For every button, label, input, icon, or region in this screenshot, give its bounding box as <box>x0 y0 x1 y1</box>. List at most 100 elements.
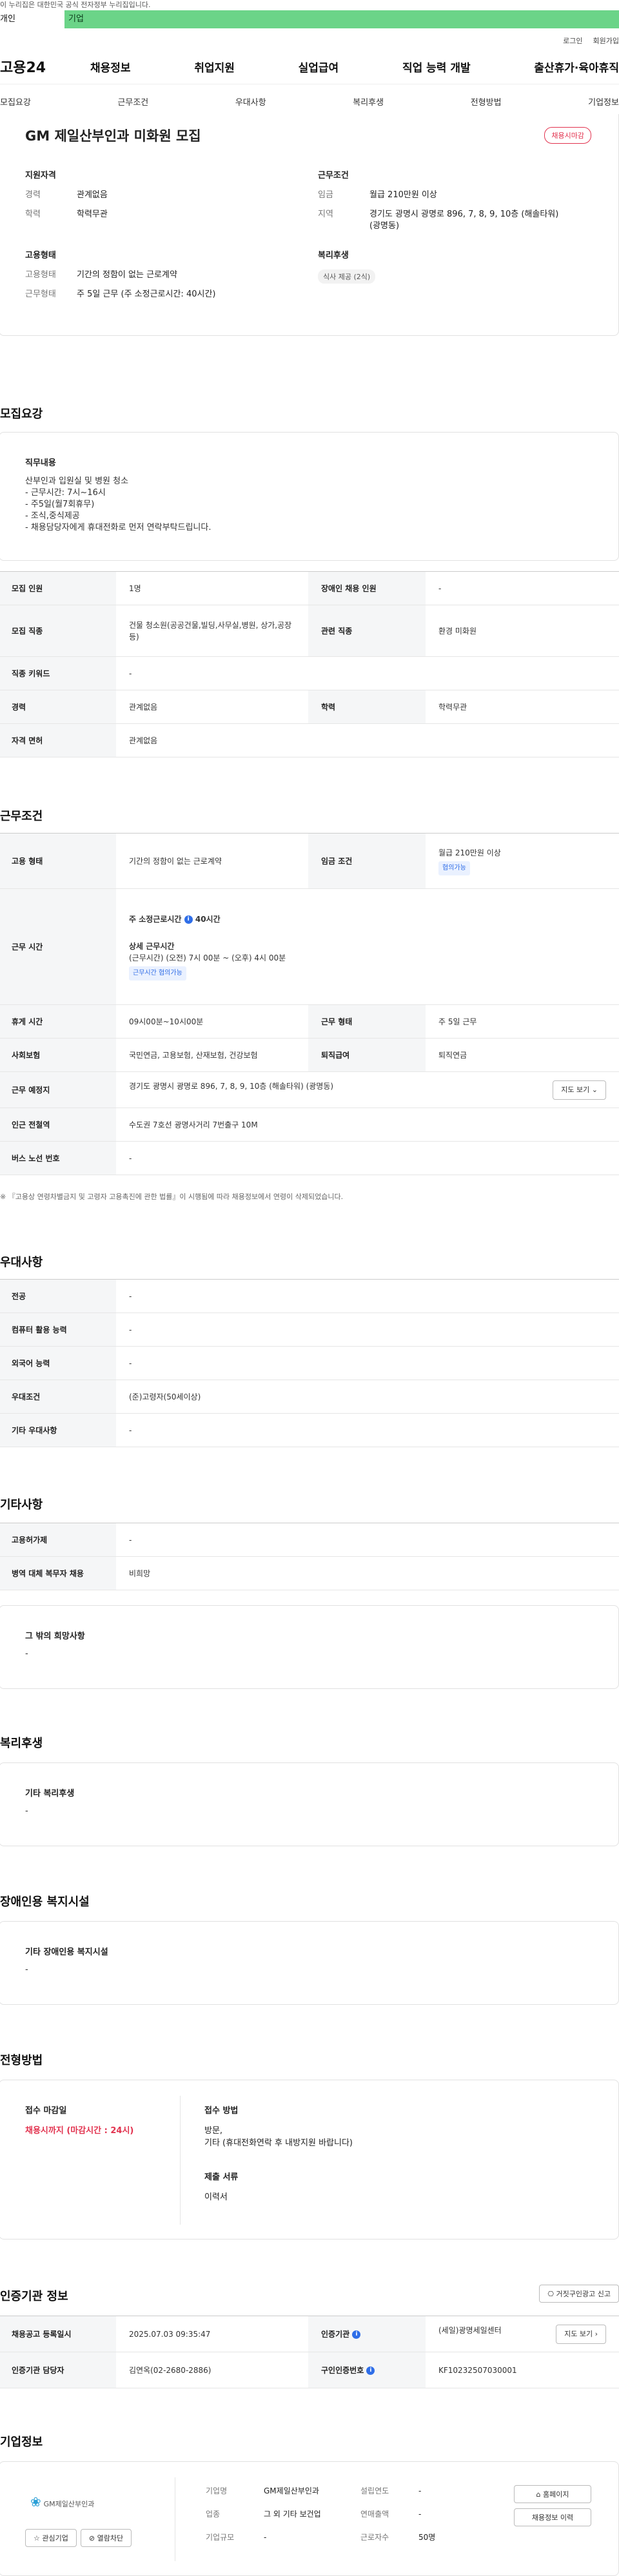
break-key: 휴게 시간 <box>0 1004 116 1039</box>
subtab-company[interactable]: 기업정보 <box>588 95 619 108</box>
gnb-item-vocational-training[interactable]: 직업 능력 개발 <box>402 59 471 75</box>
cond-region-value: 경기도 광명시 광명로 896, 7, 8, 9, 10층 (해솔타워) (광명… <box>369 210 559 231</box>
homepage-button[interactable]: ⌂ 홈페이지 <box>514 2485 591 2503</box>
education-value: 학력무관 <box>426 690 619 724</box>
block-icon: ⊘ <box>88 2534 95 2542</box>
pref-condition-value: (준)고령자(50세이상) <box>116 1380 619 1414</box>
qualification-group: 지원자격 경력 관계없음 학력 학력무관 <box>25 168 270 228</box>
docs-value: 이력서 <box>204 2192 228 2202</box>
education-key: 학력 <box>308 690 426 724</box>
work-table: 고용 형태 기간의 정함이 없는 근로계약 임금 조건 월급 210만원 이상 … <box>0 833 619 1175</box>
reg-date-key: 채용공고 등록일시 <box>0 2316 116 2352</box>
info-icon[interactable]: i <box>366 2366 375 2375</box>
pref-section-title: 우대사항 <box>0 1256 43 1269</box>
related-job-value: 환경 미화원 <box>426 605 619 657</box>
company-section-title: 기업정보 <box>0 2435 43 2449</box>
report-icon: ⎔ <box>547 2290 555 2298</box>
weekly-hours-value: 40시간 <box>195 914 221 924</box>
job-description-box: 직무내용 산부인과 입원실 및 병원 청소 - 근무시간: 7시~16시 - 주… <box>0 432 619 561</box>
chevron-right-icon: › <box>594 2329 598 2338</box>
subtab-selection[interactable]: 전형방법 <box>471 95 502 108</box>
work-permit-key: 고용허가제 <box>0 1523 116 1557</box>
employees-key: 근로자수 <box>360 2533 389 2542</box>
info-icon[interactable]: i <box>352 2330 361 2339</box>
selection-section-title: 전형방법 <box>0 2054 43 2067</box>
cond-wage-value: 월급 210만원 이상 <box>369 190 437 200</box>
user-type-tabs: 개인 기업 <box>0 10 619 28</box>
qual-edu-key: 학력 <box>25 210 41 219</box>
logo-mark-icon: ❀ <box>30 2494 41 2510</box>
career-value: 관계없음 <box>116 690 308 724</box>
signup-link[interactable]: 회원가입 <box>593 35 619 46</box>
deadline-value: 채용시까지 (마감시간 : 24시) <box>25 2126 134 2136</box>
map-view-button[interactable]: 지도 보기 ⌄ <box>553 1080 606 1100</box>
favorite-company-button[interactable]: ☆ 관심기업 <box>25 2529 77 2547</box>
welfare-box: 기타 복리후생 - <box>0 1762 619 1846</box>
subtab-work[interactable]: 근무조건 <box>117 95 148 108</box>
subtab-recruit[interactable]: 모집요강 <box>0 95 31 108</box>
age-notice: ※ 『고용상 연령차별금지 및 고령자 고용촉진에 관한 법률』이 시행됨에 따… <box>0 1193 344 1201</box>
welfare-chip: 식사 제공 (2식) <box>318 269 376 284</box>
subtab-pref[interactable]: 우대사항 <box>235 95 266 108</box>
welfare-group: 복리후생 식사 제공 (2식) <box>318 248 563 284</box>
pref-computer-value: - <box>116 1312 619 1347</box>
login-link[interactable]: 로그인 <box>563 35 582 46</box>
welfare-box-value: - <box>25 1806 28 1816</box>
detail-hours-label: 상세 근무시간 <box>129 941 175 951</box>
company-actions: ☆ 관심기업 ⊘ 열람차단 <box>25 2529 132 2547</box>
headcount-key: 모집 인원 <box>0 571 116 605</box>
employees-value: 50명 <box>418 2533 436 2542</box>
license-value: 관계없음 <box>116 723 619 757</box>
size-value: - <box>264 2533 267 2542</box>
subtab-welfare[interactable]: 복리후생 <box>353 95 384 108</box>
cert-id-key: 구인인증번호 <box>321 2366 364 2375</box>
report-label: 거짓구인광고 신고 <box>556 2290 611 2298</box>
divider <box>180 2096 181 2225</box>
subway-value: 수도권 7호선 광명사거리 7번출구 10M <box>116 1107 619 1142</box>
site-logo[interactable]: 고용24 <box>0 56 90 77</box>
tab-company[interactable]: 기업 <box>64 10 619 28</box>
star-icon: ☆ <box>34 2534 40 2542</box>
bus-key: 버스 노선 번호 <box>0 1141 116 1175</box>
tab-personal[interactable]: 개인 <box>0 10 64 28</box>
report-fake-ad-button[interactable]: ⎔ 거짓구인광고 신고 <box>539 2285 619 2303</box>
pref-computer-key: 컴퓨터 활용 능력 <box>0 1312 116 1347</box>
org-key-cell: 인증기관 i <box>308 2316 426 2352</box>
related-job-key: 관련 직종 <box>308 605 426 657</box>
military-value: 비희망 <box>116 1556 619 1590</box>
org-value: (세일)광명세일센터 <box>438 2325 502 2335</box>
job-title: GM 제일산부인과 미화원 모집 <box>25 128 201 144</box>
info-icon[interactable]: i <box>184 915 193 924</box>
wage-key: 임금 조건 <box>308 833 426 889</box>
employment-heading: 고용형태 <box>25 251 56 260</box>
hours-negotiable-tag: 근무시간 협의가능 <box>129 966 186 981</box>
method-value-1: 방문, <box>204 2126 223 2136</box>
org-map-button[interactable]: 지도 보기 › <box>556 2324 606 2344</box>
block-company-button[interactable]: ⊘ 열람차단 <box>80 2529 132 2547</box>
gnb-item-parental-leave[interactable]: 출산휴가·육아휴직 <box>534 59 619 75</box>
military-key: 병역 대체 복무자 채용 <box>0 1556 116 1590</box>
welfare-box-heading: 기타 복리후생 <box>25 1789 75 1799</box>
gnb-item-unemployment-benefit[interactable]: 실업급여 <box>299 59 339 75</box>
hours-key: 근무 시간 <box>0 888 116 1005</box>
workform-value: 주 5일 근무 <box>426 1004 619 1039</box>
util-nav: 로그인 회원가입 <box>0 28 619 53</box>
method-group: 접수 방법 방문, 기타 (휴대전화연락 후 내방지원 바랍니다) 제출 서류 … <box>204 2103 591 2202</box>
gnb-item-jobs[interactable]: 채용정보 <box>90 59 131 75</box>
org-cell: (세일)광명세일센터 지도 보기 › <box>426 2316 619 2352</box>
docs-heading: 제출 서류 <box>204 2172 239 2182</box>
recruit-table: 모집 인원 1명 장애인 채용 인원 - 모집 직종 건물 청소원(공공건물,빌… <box>0 571 619 757</box>
wage-value: 월급 210만원 이상 <box>438 848 501 857</box>
weekly-hours-label: 주 소정근로시간 <box>129 914 182 924</box>
job-line: 산부인과 입원실 및 병원 청소 <box>25 476 129 486</box>
sales-value: - <box>418 2510 422 2519</box>
hiring-history-button[interactable]: 채용정보 이력 <box>514 2508 591 2526</box>
cert-id-value: KF10232507030001 <box>426 2352 619 2388</box>
work-permit-value: - <box>116 1523 619 1557</box>
gnb-item-employment-support[interactable]: 취업지원 <box>194 59 235 75</box>
pref-other-key: 기타 우대사항 <box>0 1413 116 1447</box>
job-summary-card: GM 제일산부인과 미화원 모집 채용시마감 지원자격 경력 관계없음 학력 학력무… <box>0 114 619 336</box>
favorite-label: 관심기업 <box>42 2534 68 2542</box>
cert-id-key-cell: 구인인증번호 i <box>308 2352 426 2388</box>
welfare-heading: 복리후생 <box>318 251 349 260</box>
